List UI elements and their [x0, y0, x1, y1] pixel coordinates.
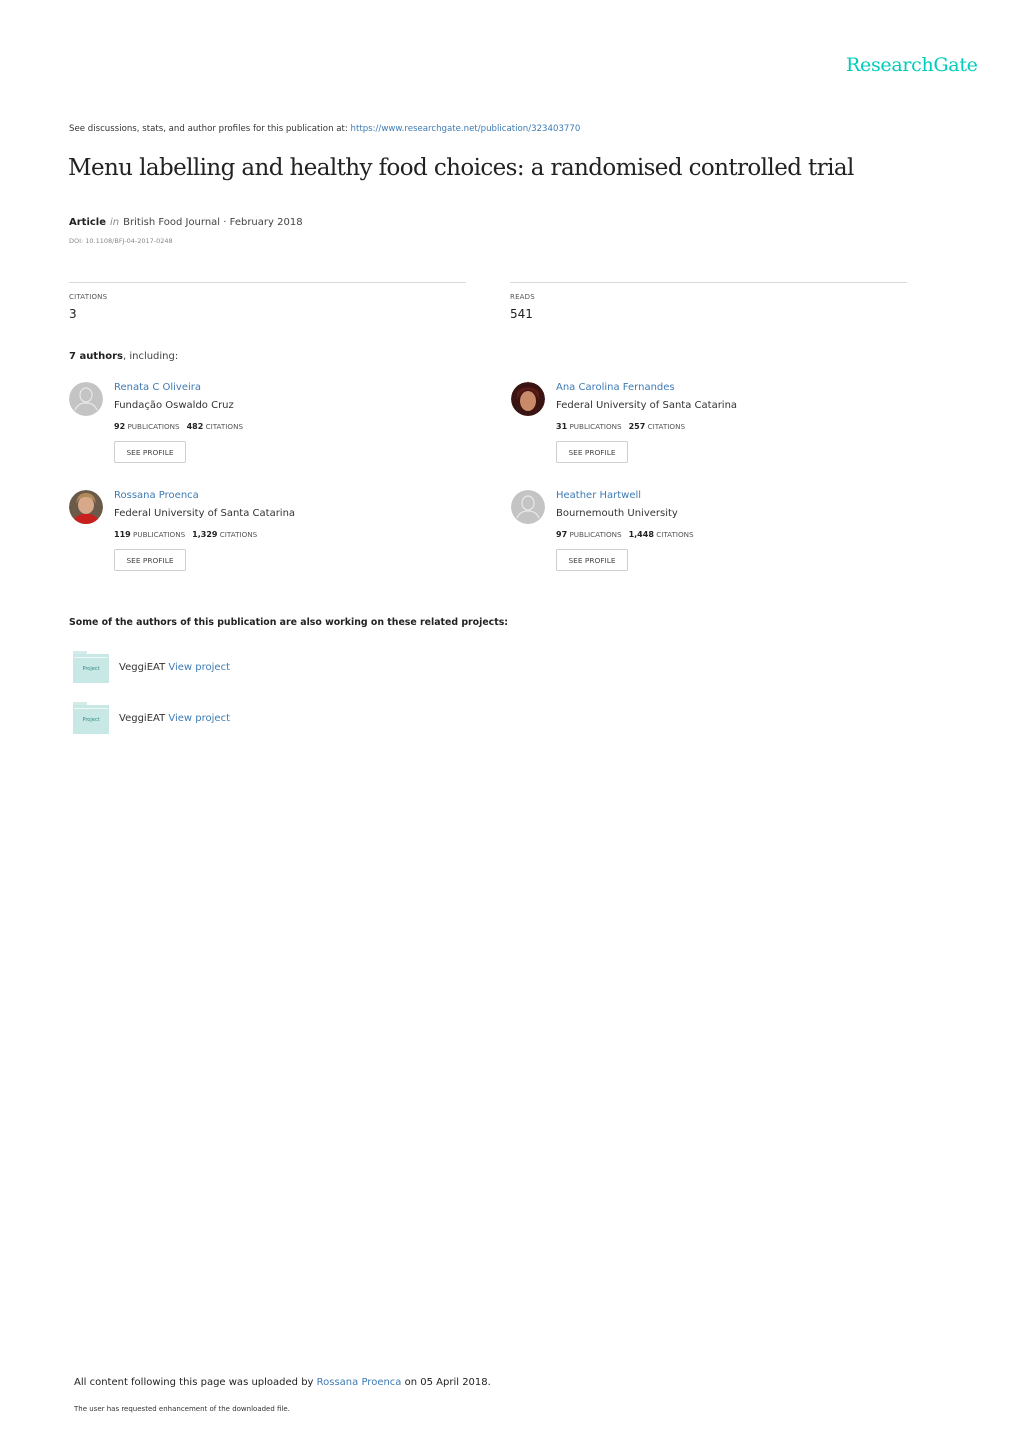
citations-count: 482 — [186, 422, 204, 431]
author-stats: 31 PUBLICATIONS 257 CITATIONS — [556, 422, 685, 431]
author-stats: 97 PUBLICATIONS 1,448 CITATIONS — [556, 530, 694, 539]
author-card: Heather Hartwell Bournemouth University … — [511, 490, 911, 590]
citations-label: CITATIONS — [647, 422, 686, 431]
enhancement-note: The user has requested enhancement of th… — [74, 1405, 290, 1413]
project-item: Project VeggiEAT View project — [73, 651, 473, 685]
uploader-link[interactable]: Rossana Proenca — [317, 1377, 402, 1388]
see-profile-button[interactable]: SEE PROFILE — [114, 441, 186, 463]
folder-label: Project — [82, 666, 100, 672]
publications-label: PUBLICATIONS — [133, 530, 186, 539]
project-name: VeggiEAT — [119, 713, 166, 724]
author-card: Rossana Proenca Federal University of Sa… — [69, 490, 469, 590]
view-project-link[interactable]: View project — [168, 713, 230, 724]
upload-suffix: on 05 April 2018. — [401, 1377, 491, 1388]
reads-value: 541 — [510, 307, 533, 321]
publication-type: Article — [69, 217, 107, 228]
see-profile-button[interactable]: SEE PROFILE — [556, 549, 628, 571]
publication-url-link[interactable]: https://www.researchgate.net/publication… — [351, 124, 581, 134]
upload-note: All content following this page was uplo… — [74, 1377, 491, 1388]
author-card: Renata C Oliveira Fundação Oswaldo Cruz … — [69, 382, 469, 482]
citations-count: 257 — [628, 422, 646, 431]
doi: DOI: 10.1108/BFJ-04-2017-0248 — [69, 237, 173, 245]
project-text: VeggiEAT View project — [119, 662, 230, 673]
authors-heading: 7 authors, including: — [69, 351, 178, 362]
citations-label: CITATIONS — [205, 422, 244, 431]
authors-count: 7 authors — [69, 351, 123, 362]
avatar-photo-icon[interactable] — [511, 382, 545, 416]
publication-title: Menu labelling and healthy food choices:… — [68, 155, 854, 181]
folder-label: Project — [82, 717, 100, 723]
citations-label: CITATIONS — [656, 530, 694, 539]
see-discussions-line: See discussions, stats, and author profi… — [69, 124, 580, 134]
avatar-placeholder-icon[interactable] — [69, 382, 103, 416]
journal-date: British Food Journal · February 2018 — [123, 217, 303, 228]
in-word: in — [110, 217, 120, 228]
project-name: VeggiEAT — [119, 662, 166, 673]
see-profile-button[interactable]: SEE PROFILE — [114, 549, 186, 571]
reads-label: READS — [510, 293, 535, 301]
author-card: Ana Carolina Fernandes Federal Universit… — [511, 382, 911, 482]
publications-label: PUBLICATIONS — [569, 422, 622, 431]
researchgate-logo[interactable]: ResearchGate — [846, 54, 978, 76]
publications-count: 97 — [556, 530, 568, 539]
citations-label: CITATIONS — [69, 293, 108, 301]
citations-divider — [69, 282, 466, 283]
reads-divider — [510, 282, 907, 283]
author-institution: Fundação Oswaldo Cruz — [114, 400, 234, 411]
author-name-link[interactable]: Heather Hartwell — [556, 490, 641, 501]
avatar-placeholder-icon[interactable] — [511, 490, 545, 524]
citations-count: 1,448 — [628, 530, 654, 539]
project-item: Project VeggiEAT View project — [73, 702, 473, 736]
view-project-link[interactable]: View project — [168, 662, 230, 673]
project-folder-icon[interactable]: Project — [73, 651, 109, 683]
author-institution: Bournemouth University — [556, 508, 678, 519]
upload-prefix: All content following this page was uplo… — [74, 1377, 317, 1388]
citations-value: 3 — [69, 307, 77, 321]
author-institution: Federal University of Santa Catarina — [114, 508, 296, 519]
citations-label: CITATIONS — [219, 530, 258, 539]
authors-suffix: , including: — [122, 351, 179, 362]
publications-count: 119 — [114, 530, 131, 539]
avatar-photo-icon[interactable] — [69, 490, 103, 524]
publications-label: PUBLICATIONS — [569, 530, 622, 539]
publication-meta: Article in British Food Journal · February… — [69, 217, 303, 228]
project-folder-icon[interactable]: Project — [73, 702, 109, 734]
project-text: VeggiEAT View project — [119, 713, 230, 724]
publications-label: PUBLICATIONS — [127, 422, 180, 431]
author-name-link[interactable]: Renata C Oliveira — [114, 382, 201, 393]
see-profile-button[interactable]: SEE PROFILE — [556, 441, 628, 463]
author-name-link[interactable]: Ana Carolina Fernandes — [556, 382, 675, 393]
author-name-link[interactable]: Rossana Proenca — [114, 490, 199, 501]
citations-count: 1,329 — [192, 530, 218, 539]
publications-count: 31 — [556, 422, 568, 431]
publications-count: 92 — [114, 422, 126, 431]
author-stats: 119 PUBLICATIONS 1,329 CITATIONS — [114, 530, 257, 539]
author-stats: 92 PUBLICATIONS 482 CITATIONS — [114, 422, 243, 431]
see-discussions-text: See discussions, stats, and author profi… — [69, 124, 351, 134]
related-projects-heading: Some of the authors of this publication … — [69, 617, 509, 628]
author-institution: Federal University of Santa Catarina — [556, 400, 738, 411]
